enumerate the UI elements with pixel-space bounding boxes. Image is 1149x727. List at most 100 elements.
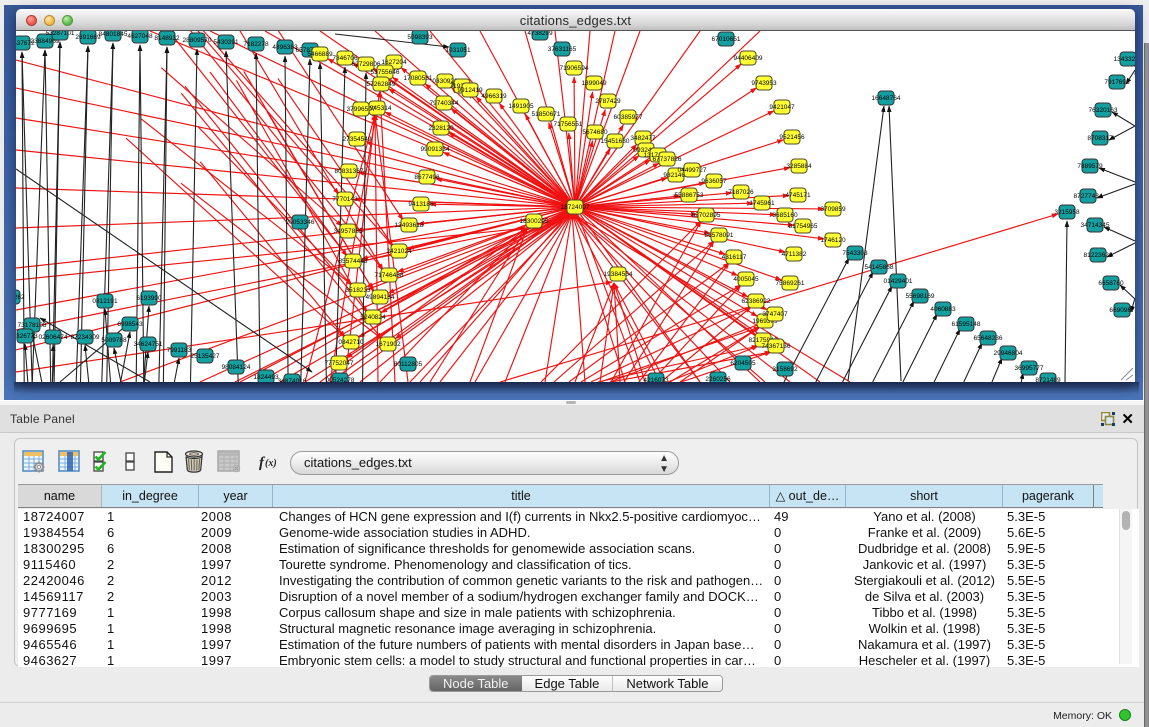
- svg-text:02606474: 02606474: [39, 334, 68, 341]
- svg-text:27354549: 27354549: [343, 136, 372, 143]
- svg-text:6658760: 6658760: [1098, 280, 1124, 287]
- svg-text:9421047: 9421047: [769, 104, 795, 111]
- svg-text:57262849: 57262849: [367, 81, 396, 88]
- svg-text:9743953: 9743953: [751, 80, 777, 87]
- svg-text:37996507: 37996507: [347, 106, 376, 113]
- svg-text:62702895: 62702895: [692, 212, 721, 219]
- svg-text:8677496: 8677496: [414, 174, 440, 181]
- svg-text:4711382: 4711382: [782, 251, 807, 258]
- svg-text:71906594: 71906594: [560, 65, 589, 72]
- svg-text:84801845: 84801845: [99, 31, 128, 38]
- svg-text:74367136: 74367136: [762, 343, 791, 350]
- svg-text:18300295: 18300295: [520, 218, 549, 225]
- svg-text:3158692: 3158692: [772, 366, 798, 373]
- svg-text:9912419: 9912419: [457, 87, 483, 94]
- svg-text:36995777: 36995777: [1015, 365, 1044, 372]
- svg-text:01429401: 01429401: [884, 278, 913, 285]
- svg-text:2787429: 2787429: [595, 98, 621, 105]
- svg-text:7991183: 7991183: [167, 347, 192, 354]
- svg-text:3387262: 3387262: [16, 294, 25, 301]
- svg-text:5674680: 5674680: [582, 129, 608, 136]
- svg-text:51850671: 51850671: [532, 111, 561, 118]
- svg-text:81223623: 81223623: [1084, 252, 1113, 259]
- svg-text:6193990: 6193990: [136, 295, 162, 302]
- svg-text:55886753: 55886753: [675, 192, 704, 199]
- svg-text:4005045: 4005045: [733, 276, 759, 283]
- svg-text:9636057: 9636057: [701, 178, 727, 185]
- svg-text:71756551: 71756551: [554, 121, 583, 128]
- svg-text:(x): (x): [265, 458, 277, 469]
- svg-text:60385977: 60385977: [614, 114, 643, 121]
- svg-text:37631165: 37631165: [548, 46, 577, 53]
- svg-text:3285884: 3285884: [786, 163, 812, 170]
- svg-text:1745961: 1745961: [749, 200, 775, 207]
- svg-text:53287101: 53287101: [46, 31, 75, 37]
- svg-text:86578091: 86578091: [705, 232, 734, 239]
- svg-text:85574443: 85574443: [339, 258, 368, 265]
- svg-text:17080531: 17080531: [404, 75, 433, 82]
- svg-text:1399049: 1399049: [581, 80, 607, 87]
- svg-text:7182278: 7182278: [243, 41, 269, 48]
- svg-text:34957885: 34957885: [334, 228, 363, 235]
- svg-text:99091334: 99091334: [421, 146, 450, 153]
- svg-text:4627048: 4627048: [127, 33, 153, 40]
- svg-text:5430391: 5430391: [213, 39, 239, 46]
- svg-text:94406409: 94406409: [734, 55, 763, 62]
- svg-text:0842710: 0842710: [338, 339, 364, 346]
- svg-text:0812191: 0812191: [92, 298, 118, 305]
- svg-text:7889579: 7889579: [1077, 163, 1103, 170]
- svg-text:1491905: 1491905: [508, 103, 534, 110]
- svg-text:1671902: 1671902: [375, 341, 401, 348]
- svg-text:87277434: 87277434: [1074, 193, 1103, 200]
- svg-text:53755646: 53755646: [371, 69, 400, 76]
- svg-text:13433200: 13433200: [1114, 56, 1135, 63]
- svg-text:3747407: 3747407: [762, 311, 788, 318]
- svg-text:5466889: 5466889: [307, 51, 333, 58]
- svg-text:81754965: 81754965: [789, 223, 818, 230]
- svg-text:65648236: 65648236: [974, 335, 1003, 342]
- svg-text:4966319: 4966319: [481, 93, 507, 100]
- svg-text:77752047: 77752047: [325, 360, 354, 367]
- svg-text:61595148: 61595148: [952, 321, 981, 328]
- svg-text:5009788: 5009788: [101, 337, 127, 344]
- svg-text:34714345: 34714345: [1081, 222, 1110, 229]
- svg-text:1824493: 1824493: [253, 374, 279, 381]
- svg-text:16648764: 16648764: [872, 95, 901, 102]
- svg-text:5098393: 5098393: [407, 34, 433, 41]
- svg-text:55698169: 55698169: [906, 293, 935, 300]
- svg-text:3518233: 3518233: [345, 287, 371, 294]
- svg-text:1746120: 1746120: [820, 237, 846, 244]
- svg-text:3709859: 3709859: [820, 206, 846, 213]
- svg-text:98084124: 98084124: [222, 364, 251, 371]
- svg-text:04499727: 04499727: [678, 167, 707, 174]
- svg-text:29946804: 29946804: [994, 350, 1023, 357]
- svg-text:2328120: 2328120: [428, 125, 454, 132]
- svg-text:4316117: 4316117: [722, 254, 747, 261]
- svg-text:1326773: 1326773: [16, 333, 38, 340]
- svg-text:4896383: 4896383: [272, 44, 298, 51]
- svg-text:49894134: 49894134: [366, 294, 395, 301]
- svg-text:15451680: 15451680: [601, 138, 630, 145]
- svg-text:13493618: 13493618: [395, 222, 424, 229]
- svg-text:6204505: 6204505: [730, 360, 756, 367]
- svg-text:6690967: 6690967: [1109, 307, 1135, 314]
- svg-text:80112805: 80112805: [394, 361, 423, 368]
- svg-text:8708317: 8708317: [1087, 135, 1113, 142]
- svg-text:80831367: 80831367: [335, 168, 364, 175]
- svg-text:2691669: 2691669: [75, 34, 101, 41]
- svg-text:3482477: 3482477: [630, 135, 656, 142]
- svg-text:73178108: 73178108: [18, 322, 47, 329]
- svg-text:76320163: 76320163: [1089, 107, 1118, 114]
- svg-text:28809570: 28809570: [183, 37, 212, 44]
- svg-text:7770143: 7770143: [332, 196, 358, 203]
- svg-text:6998543: 6998543: [117, 321, 143, 328]
- svg-text:67737826: 67737826: [653, 156, 682, 163]
- svg-text:87234309: 87234309: [71, 334, 100, 341]
- svg-text:7187026: 7187026: [728, 189, 754, 196]
- svg-text:62729806: 62729806: [352, 61, 381, 68]
- svg-text:54145868: 54145868: [865, 264, 894, 271]
- svg-text:18724007: 18724007: [561, 204, 590, 211]
- svg-text:4738299: 4738299: [527, 31, 553, 37]
- svg-text:62386922: 62386922: [742, 298, 771, 305]
- svg-text:3685160: 3685160: [772, 212, 798, 219]
